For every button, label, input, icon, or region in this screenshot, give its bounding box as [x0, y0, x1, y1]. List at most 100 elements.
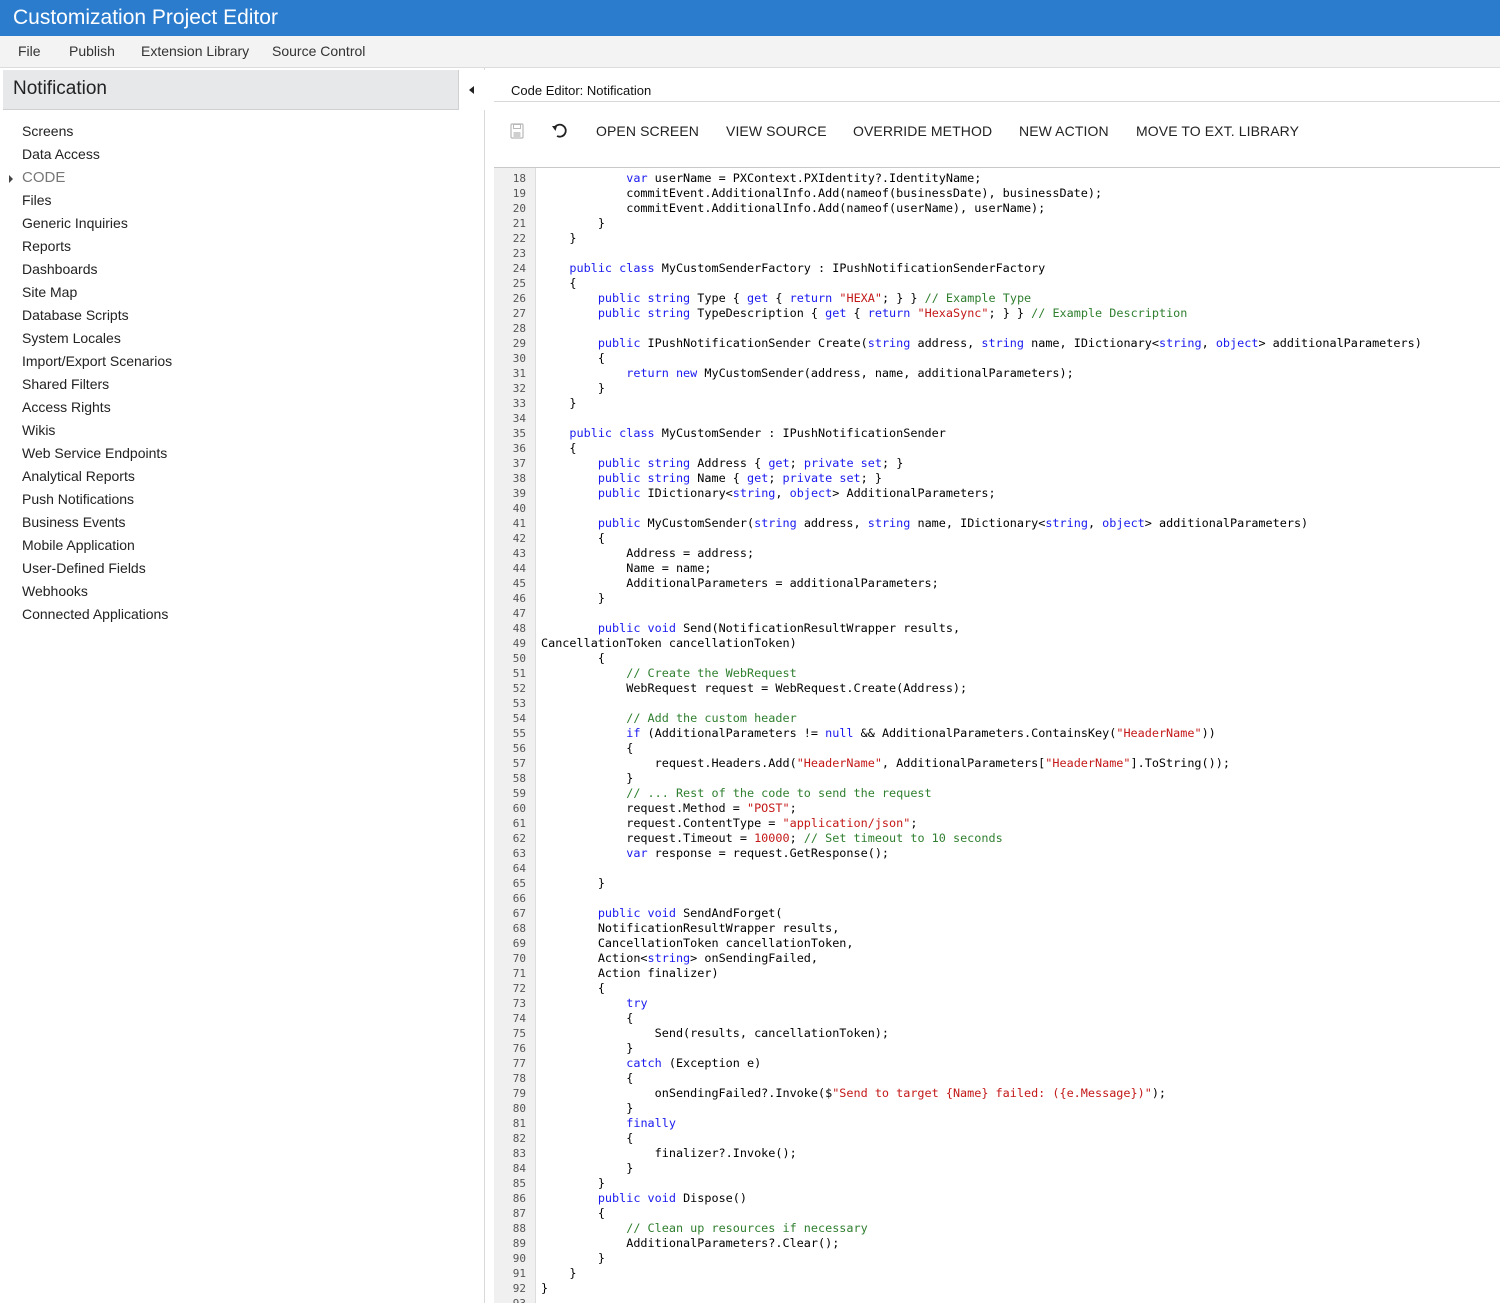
sidebar-item-mobile-application[interactable]: Mobile Application	[22, 537, 135, 559]
code-token: {	[541, 531, 605, 545]
code-token: request.Method =	[541, 801, 747, 815]
code-line: }	[541, 771, 633, 785]
code-token: Send(NotificationResultWrapper results,	[675, 621, 961, 635]
line-number: 22	[512, 232, 526, 245]
code-token: Name = name;	[541, 561, 712, 575]
open-screen-button[interactable]: OPEN SCREEN	[596, 123, 699, 139]
line-number: 56	[512, 742, 526, 755]
code-line: Action<string> onSendingFailed,	[541, 951, 818, 965]
code-line: Address = address;	[541, 546, 754, 560]
sidebar-item-import-export-scenarios[interactable]: Import/Export Scenarios	[22, 353, 172, 375]
line-number: 24	[512, 262, 526, 275]
code-line: public string Type { get { return "HEXA"…	[541, 291, 1031, 305]
line-number: 55	[512, 727, 526, 740]
code-token: // ... Rest of the code to send the requ…	[626, 786, 932, 800]
line-number: 48	[512, 622, 526, 635]
line-number: 78	[512, 1072, 526, 1085]
code-token: ,	[1087, 516, 1103, 530]
sidebar-item-connected-applications[interactable]: Connected Applications	[22, 606, 168, 628]
undo-icon[interactable]	[551, 123, 569, 139]
code-line: // Create the WebRequest	[541, 666, 796, 680]
code-editor[interactable]: 18 19 20 21 22 23 24 25 26 27 28 29 30 31 32 33 34 35 36 37…	[494, 168, 1500, 1303]
code-line: finalizer?.Invoke();	[541, 1146, 797, 1160]
code-token: > AdditionalParameters;	[832, 486, 996, 500]
code-line: public void SendAndForget(	[541, 906, 783, 920]
code-token: object	[1215, 336, 1259, 350]
sidebar-item-dashboards[interactable]: Dashboards	[22, 261, 98, 283]
code-token: commitEvent.AdditionalInfo.Add(nameof(us…	[541, 201, 1046, 215]
line-number: 50	[512, 652, 526, 665]
menu-source-control[interactable]: Source Control	[272, 36, 365, 66]
sidebar-item-database-scripts[interactable]: Database Scripts	[22, 307, 129, 329]
sidebar-item-screens[interactable]: Screens	[22, 123, 73, 145]
save-icon[interactable]	[510, 123, 524, 139]
code-token: // Add the custom header	[626, 711, 797, 725]
code-token: ; } }	[881, 291, 925, 305]
sidebar-item-user-defined-fields[interactable]: User-Defined Fields	[22, 560, 146, 582]
sidebar-item-site-map[interactable]: Site Map	[22, 284, 77, 306]
sidebar-item-data-access[interactable]: Data Access	[22, 146, 100, 168]
caret-right-icon[interactable]	[9, 175, 13, 183]
sidebar-item-web-service-endpoints[interactable]: Web Service Endpoints	[22, 445, 167, 467]
code-line: if (AdditionalParameters != null && Addi…	[541, 726, 1216, 740]
code-token: }	[541, 216, 605, 230]
code-line: public MyCustomSender(string address, st…	[541, 516, 1308, 530]
code-token: request.Timeout =	[541, 831, 755, 845]
sidebar-item-business-events[interactable]: Business Events	[22, 514, 126, 536]
move-to-ext-library-button[interactable]: MOVE TO EXT. LIBRARY	[1136, 123, 1299, 139]
code-line: }	[541, 1176, 605, 1190]
code-token: "HEXA"	[839, 291, 882, 305]
menu-file[interactable]: File	[18, 36, 41, 66]
line-number: 31	[512, 367, 526, 380]
code-token: ;	[910, 816, 918, 830]
code-token: get	[768, 456, 790, 470]
line-number: 42	[512, 532, 526, 545]
code-token: > additionalParameters)	[1258, 336, 1422, 350]
code-token: public	[597, 516, 641, 530]
code-token: address,	[796, 516, 868, 530]
line-number: 90	[512, 1252, 526, 1265]
code-token: response = request.GetResponse();	[647, 846, 890, 860]
line-number: 40	[512, 502, 526, 515]
sidebar-item-generic-inquiries[interactable]: Generic Inquiries	[22, 215, 128, 237]
code-line: public IDictionary<string, object> Addit…	[541, 486, 996, 500]
sidebar-item-reports[interactable]: Reports	[22, 238, 71, 260]
override-method-button[interactable]: OVERRIDE METHOD	[853, 123, 992, 139]
line-number: 46	[512, 592, 526, 605]
code-token: "HeaderName"	[1116, 726, 1202, 740]
code-line: WebRequest request = WebRequest.Create(A…	[541, 681, 967, 695]
code-line: }	[541, 591, 605, 605]
code-token: string	[754, 516, 797, 530]
sidebar-item-files[interactable]: Files	[22, 192, 52, 214]
sidebar-item-code[interactable]: CODE	[22, 169, 65, 191]
line-number: 38	[512, 472, 526, 485]
sidebar-item-system-locales[interactable]: System Locales	[22, 330, 121, 352]
sidebar-item-webhooks[interactable]: Webhooks	[22, 583, 88, 605]
menu-publish[interactable]: Publish	[69, 36, 115, 66]
view-source-button[interactable]: VIEW SOURCE	[726, 123, 827, 139]
sidebar-item-access-rights[interactable]: Access Rights	[22, 399, 111, 421]
line-number: 60	[512, 802, 526, 815]
code-line: }	[541, 1101, 633, 1115]
code-token: public class	[569, 261, 655, 275]
code-line: public void Dispose()	[541, 1191, 747, 1205]
new-action-button[interactable]: NEW ACTION	[1019, 123, 1109, 139]
code-token: // Set timeout to 10 seconds	[803, 831, 1003, 845]
sidebar-item-analytical-reports[interactable]: Analytical Reports	[22, 468, 135, 490]
line-number: 85	[512, 1177, 526, 1190]
code-token: Name {	[690, 471, 747, 485]
code-token: ,	[1201, 336, 1216, 350]
sidebar-item-shared-filters[interactable]: Shared Filters	[22, 376, 109, 398]
code-token: string	[732, 486, 776, 500]
menu-extension-library[interactable]: Extension Library	[141, 36, 249, 66]
code-token: public class	[569, 426, 655, 440]
collapse-panel-button[interactable]	[458, 70, 485, 110]
code-line: }	[541, 216, 605, 230]
sidebar-item-push-notifications[interactable]: Push Notifications	[22, 491, 134, 513]
line-number: 72	[512, 982, 526, 995]
sidebar-item-wikis[interactable]: Wikis	[22, 422, 55, 444]
